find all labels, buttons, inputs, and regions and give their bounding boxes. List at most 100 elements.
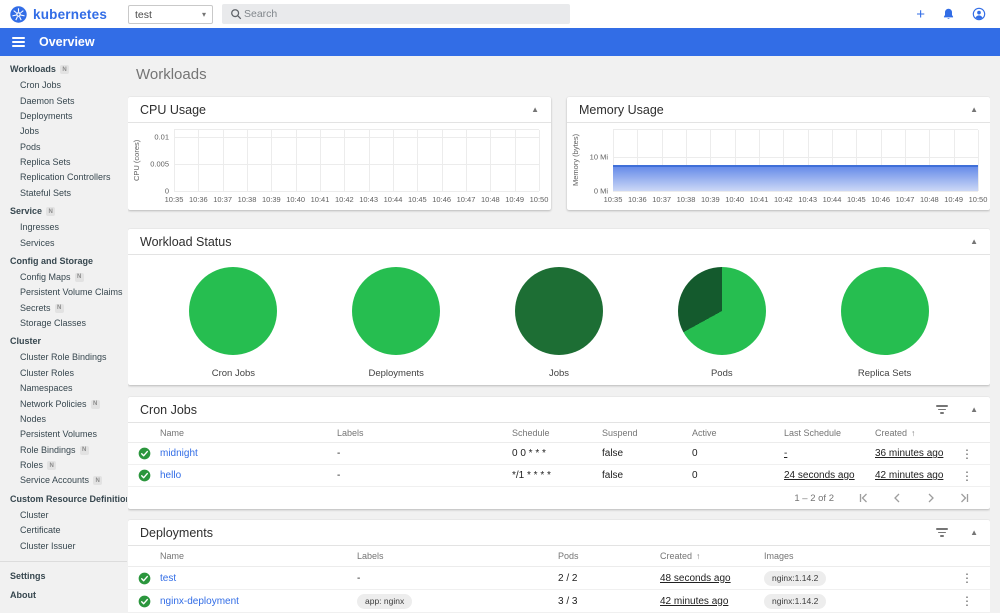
sidebar-item-cluster-issuer[interactable]: Cluster Issuer bbox=[0, 538, 127, 553]
x-tick-label: 10:49 bbox=[505, 195, 525, 204]
collapse-caret-icon[interactable]: ▲ bbox=[531, 105, 539, 114]
sidebar-item-role-bindings[interactable]: Role Bindings N bbox=[0, 443, 127, 458]
collapse-caret-icon[interactable]: ▲ bbox=[970, 237, 978, 246]
cell-labels: - bbox=[337, 470, 341, 481]
sidebar-item-replica-sets[interactable]: Replica Sets bbox=[0, 155, 127, 170]
sidebar-item-pods[interactable]: Pods bbox=[0, 140, 127, 155]
filter-icon[interactable] bbox=[934, 403, 950, 416]
column-header-schedule[interactable]: Schedule bbox=[512, 428, 602, 438]
sidebar-item-label: Cluster Roles bbox=[20, 367, 75, 378]
sidebar-item-network-policies[interactable]: Network Policies N bbox=[0, 396, 127, 411]
sidebar-item-config-maps[interactable]: Config Maps N bbox=[0, 270, 127, 285]
filter-icon[interactable] bbox=[934, 526, 950, 539]
column-header-pods[interactable]: Pods bbox=[558, 551, 660, 561]
cell-created: 42 minutes ago bbox=[660, 596, 764, 607]
sidebar-item-services[interactable]: Services bbox=[0, 235, 127, 250]
row-menu-kebab-icon[interactable]: ⋮ bbox=[950, 447, 984, 461]
cell-name: nginx-deployment bbox=[160, 596, 357, 607]
account-circle-icon[interactable] bbox=[972, 7, 986, 21]
sidebar-item-ingresses[interactable]: Ingresses bbox=[0, 220, 127, 235]
sidebar-item-label: Persistent Volume Claims bbox=[20, 287, 123, 298]
cell-pods: 3 / 3 bbox=[558, 595, 578, 607]
resource-link[interactable]: test bbox=[160, 573, 176, 584]
y-tick-label: 0.01 bbox=[154, 132, 169, 142]
namespaced-badge: N bbox=[79, 445, 89, 455]
sidebar-section-label: Cluster bbox=[10, 336, 42, 347]
sidebar-item-namespaces[interactable]: Namespaces bbox=[0, 381, 127, 396]
search-bar bbox=[222, 4, 570, 24]
labels-chip: app: nginx bbox=[357, 593, 413, 609]
namespaced-badge: N bbox=[93, 476, 103, 486]
column-header-labels[interactable]: Labels bbox=[357, 551, 558, 561]
column-header-created[interactable]: Created ↑ bbox=[660, 551, 764, 561]
search-input[interactable] bbox=[244, 8, 562, 20]
sidebar-item-service-accounts[interactable]: Service Accounts N bbox=[0, 473, 127, 488]
x-tick-label: 10:36 bbox=[627, 195, 647, 204]
column-header-labels[interactable]: Labels bbox=[337, 428, 512, 438]
main-content: Workloads CPU Usage ▲ CPU (cores) 10:35 10… bbox=[128, 56, 990, 613]
sidebar-item-daemon-sets[interactable]: Daemon Sets bbox=[0, 93, 127, 108]
row-menu-kebab-icon[interactable]: ⋮ bbox=[950, 571, 984, 585]
sidebar-item-settings[interactable]: Settings bbox=[0, 566, 127, 585]
cell-labels: app: nginx bbox=[357, 593, 558, 609]
column-header-name[interactable]: Name bbox=[160, 428, 337, 438]
sidebar-section-custom-resource-definitions[interactable]: Custom Resource Definitions bbox=[0, 489, 127, 508]
sidebar-item-deployments[interactable]: Deployments bbox=[0, 109, 127, 124]
sidebar-section-config-and-storage[interactable]: Config and Storage bbox=[0, 251, 127, 270]
first-page-icon[interactable] bbox=[858, 493, 868, 503]
resource-link[interactable]: nginx-deployment bbox=[160, 596, 239, 607]
hamburger-menu-icon[interactable] bbox=[12, 37, 25, 47]
x-tick-label: 10:46 bbox=[871, 195, 891, 204]
sidebar-item-cron-jobs[interactable]: Cron Jobs bbox=[0, 78, 127, 93]
column-header-images[interactable]: Images bbox=[764, 551, 950, 561]
notifications-bell-icon[interactable] bbox=[942, 7, 955, 21]
sort-ascending-icon: ↑ bbox=[911, 427, 916, 438]
row-menu-kebab-icon[interactable]: ⋮ bbox=[950, 594, 984, 608]
x-tick-label: 10:43 bbox=[359, 195, 379, 204]
sidebar-item-label: Storage Classes bbox=[20, 318, 87, 329]
create-plus-icon[interactable]: + bbox=[916, 7, 925, 22]
previous-page-icon[interactable] bbox=[892, 493, 902, 503]
x-tick-label: 10:37 bbox=[652, 195, 672, 204]
sidebar-section-service[interactable]: Service N bbox=[0, 201, 127, 220]
memory-usage-card: Memory Usage ▲ Memory (bytes) 10:35 10:36 1… bbox=[567, 97, 990, 210]
sidebar-item-roles[interactable]: Roles N bbox=[0, 458, 127, 473]
resource-link[interactable]: midnight bbox=[160, 448, 198, 459]
column-header-created[interactable]: Created ↑ bbox=[875, 428, 950, 438]
sidebar-item-stateful-sets[interactable]: Stateful Sets bbox=[0, 186, 127, 201]
sidebar-item-certificate[interactable]: Certificate bbox=[0, 523, 127, 538]
x-tick-label: 10:35 bbox=[603, 195, 623, 204]
sidebar-section-workloads[interactable]: Workloads N bbox=[0, 59, 127, 78]
collapse-caret-icon[interactable]: ▲ bbox=[970, 105, 978, 114]
column-header-suspend[interactable]: Suspend bbox=[602, 428, 692, 438]
resource-link[interactable]: hello bbox=[160, 470, 181, 481]
sidebar-item-cluster-role-bindings[interactable]: Cluster Role Bindings bbox=[0, 350, 127, 365]
collapse-caret-icon[interactable]: ▲ bbox=[970, 528, 978, 537]
sidebar-item-nodes[interactable]: Nodes bbox=[0, 412, 127, 427]
namespace-selector[interactable]: test ▾ bbox=[128, 5, 213, 24]
kubernetes-brand[interactable]: kubernetes bbox=[10, 0, 107, 28]
sidebar-item-label: Deployments bbox=[20, 110, 73, 121]
top-header: kubernetes test ▾ + bbox=[0, 0, 1000, 28]
sidebar-section-cluster[interactable]: Cluster bbox=[0, 331, 127, 350]
collapse-caret-icon[interactable]: ▲ bbox=[970, 405, 978, 414]
last-page-icon[interactable] bbox=[960, 493, 970, 503]
sidebar-item-secrets[interactable]: Secrets N bbox=[0, 301, 127, 316]
sidebar-item-about[interactable]: About bbox=[0, 585, 127, 604]
sidebar-item-persistent-volume-claims[interactable]: Persistent Volume ClaimsN bbox=[0, 285, 127, 300]
sidebar-item-persistent-volumes[interactable]: Persistent Volumes bbox=[0, 427, 127, 442]
column-header-active[interactable]: Active bbox=[692, 428, 784, 438]
next-page-icon[interactable] bbox=[926, 493, 936, 503]
workload-pie-replica-sets: Replica Sets bbox=[810, 267, 960, 379]
column-header-last-schedule[interactable]: Last Schedule bbox=[784, 428, 875, 438]
sidebar-item-replication-controllers[interactable]: Replication Controllers bbox=[0, 170, 127, 185]
column-header-name[interactable]: Name bbox=[160, 551, 357, 561]
sidebar-item-cluster-roles[interactable]: Cluster Roles bbox=[0, 366, 127, 381]
row-menu-kebab-icon[interactable]: ⋮ bbox=[950, 469, 984, 483]
sidebar-item-jobs[interactable]: Jobs bbox=[0, 124, 127, 139]
sidebar-section-label: Workloads bbox=[10, 64, 56, 74]
sidebar-item-cluster[interactable]: Cluster bbox=[0, 508, 127, 523]
sidebar-item-storage-classes[interactable]: Storage Classes bbox=[0, 316, 127, 331]
x-tick-label: 10:39 bbox=[261, 195, 281, 204]
status-ok-icon bbox=[128, 595, 160, 608]
